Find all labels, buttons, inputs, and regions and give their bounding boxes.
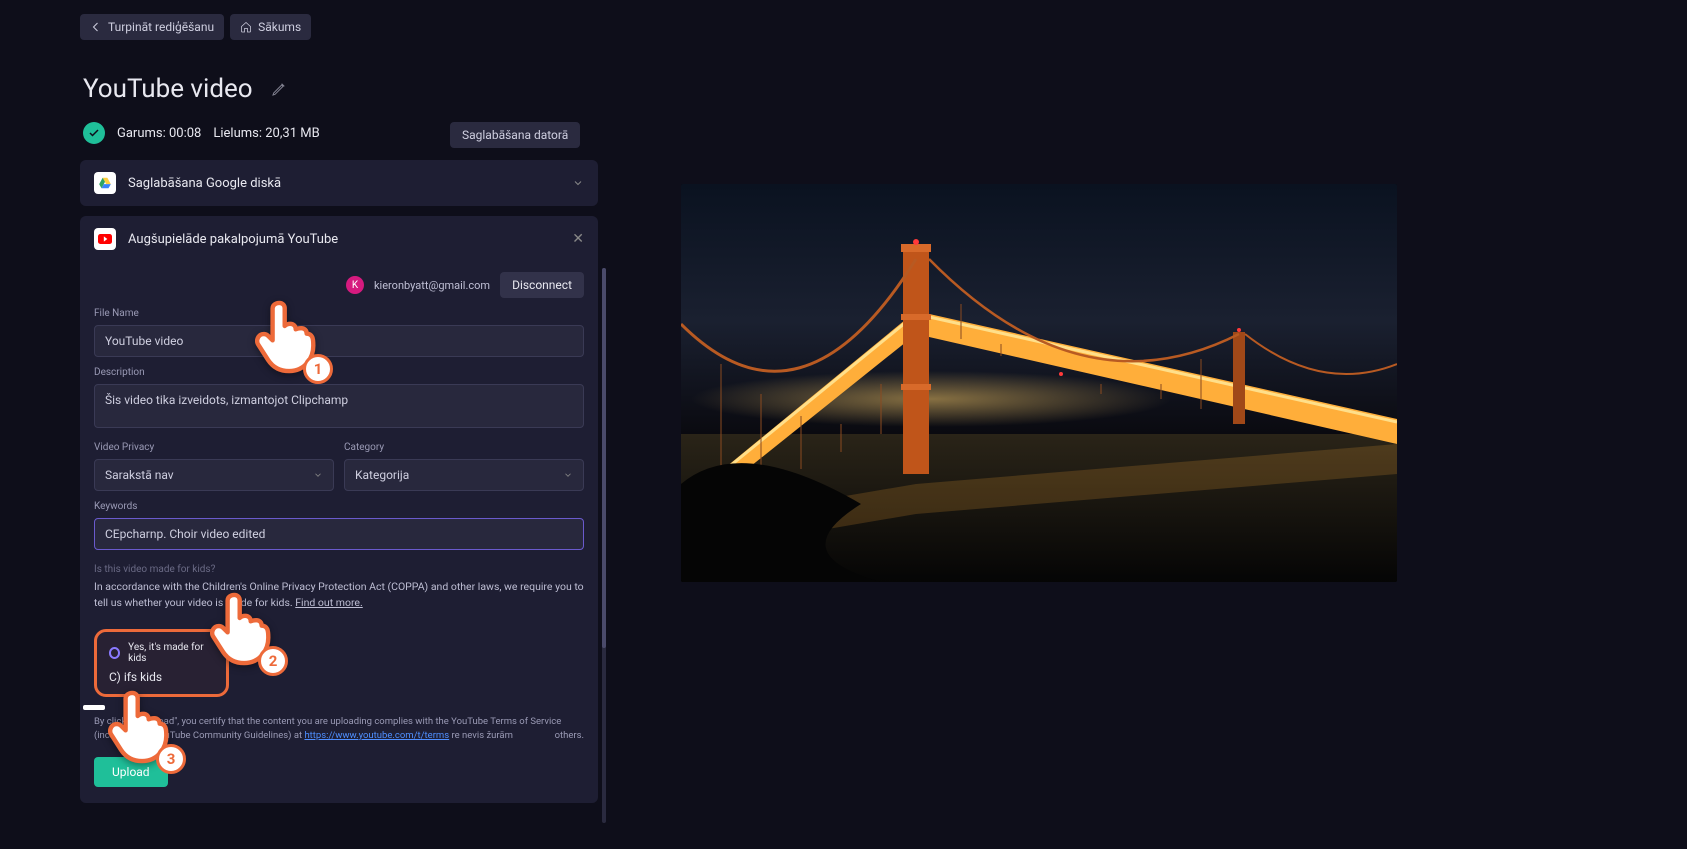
home-icon	[240, 21, 252, 33]
privacy-label: Video Privacy	[94, 442, 334, 453]
keywords-input[interactable]	[94, 518, 584, 550]
tos-link[interactable]: https://www.youtube.com/t/terms	[304, 730, 449, 741]
description-label: Description	[94, 367, 584, 378]
size-label: Lielums: 20,31 MB	[213, 126, 319, 141]
home-button[interactable]: Sākums	[230, 14, 311, 40]
tos-text: By clicking "Upload", you certify that t…	[94, 715, 584, 744]
description-input[interactable]	[94, 384, 584, 428]
kids-explain: In accordance with the Children's Online…	[94, 579, 584, 611]
file-name-input[interactable]	[94, 325, 584, 357]
chevron-down-icon	[313, 470, 323, 480]
google-drive-icon	[94, 172, 116, 194]
account-avatar: K	[346, 276, 364, 294]
keywords-label: Keywords	[94, 501, 584, 512]
youtube-upload-card: Augšupielāde pakalpojumā YouTube ✕ K kie…	[80, 216, 598, 803]
disconnect-button[interactable]: Disconnect	[500, 272, 584, 298]
kids-question: Is this video made for kids?	[94, 564, 584, 575]
continue-editing-button[interactable]: Turpināt rediģēšanu	[80, 14, 224, 40]
account-email: kieronbyatt@gmail.com	[374, 279, 490, 292]
edit-title-icon[interactable]	[271, 81, 287, 97]
radio-icon	[109, 647, 120, 659]
close-icon[interactable]: ✕	[572, 231, 584, 247]
page-title: YouTube video	[83, 74, 253, 104]
google-drive-card[interactable]: Saglabāšana Google diskā	[80, 160, 598, 206]
chevron-down-icon	[572, 177, 584, 189]
save-local-button[interactable]: Saglabāšana datorā	[450, 122, 580, 148]
privacy-select[interactable]: Sarakstā nav	[94, 459, 334, 491]
youtube-title: Augšupielāde pakalpojumā YouTube	[128, 232, 338, 247]
status-check-icon	[83, 122, 105, 144]
arrow-left-icon	[90, 21, 102, 33]
card-scrollbar[interactable]	[602, 268, 606, 823]
kids-yes-radio-highlight: Yes, it's made for kids C) ifs kids	[94, 629, 229, 697]
upload-button[interactable]: Upload	[94, 757, 168, 787]
category-label: Category	[344, 442, 584, 453]
progress-segment	[83, 705, 105, 710]
home-label: Sākums	[258, 20, 301, 34]
kids-below-text: C) ifs kids	[109, 670, 214, 684]
chevron-down-icon	[563, 470, 573, 480]
find-out-more-link[interactable]: Find out more.	[295, 596, 363, 609]
youtube-icon	[94, 228, 116, 250]
continue-editing-label: Turpināt rediģēšanu	[108, 20, 214, 34]
file-name-label: File Name	[94, 308, 584, 319]
google-drive-title: Saglabāšana Google diskā	[128, 176, 281, 191]
category-select[interactable]: Kategorija	[344, 459, 584, 491]
kids-yes-radio[interactable]: Yes, it's made for kids	[109, 642, 214, 664]
duration-label: Garums: 00:08	[117, 126, 201, 141]
video-preview	[681, 184, 1397, 582]
